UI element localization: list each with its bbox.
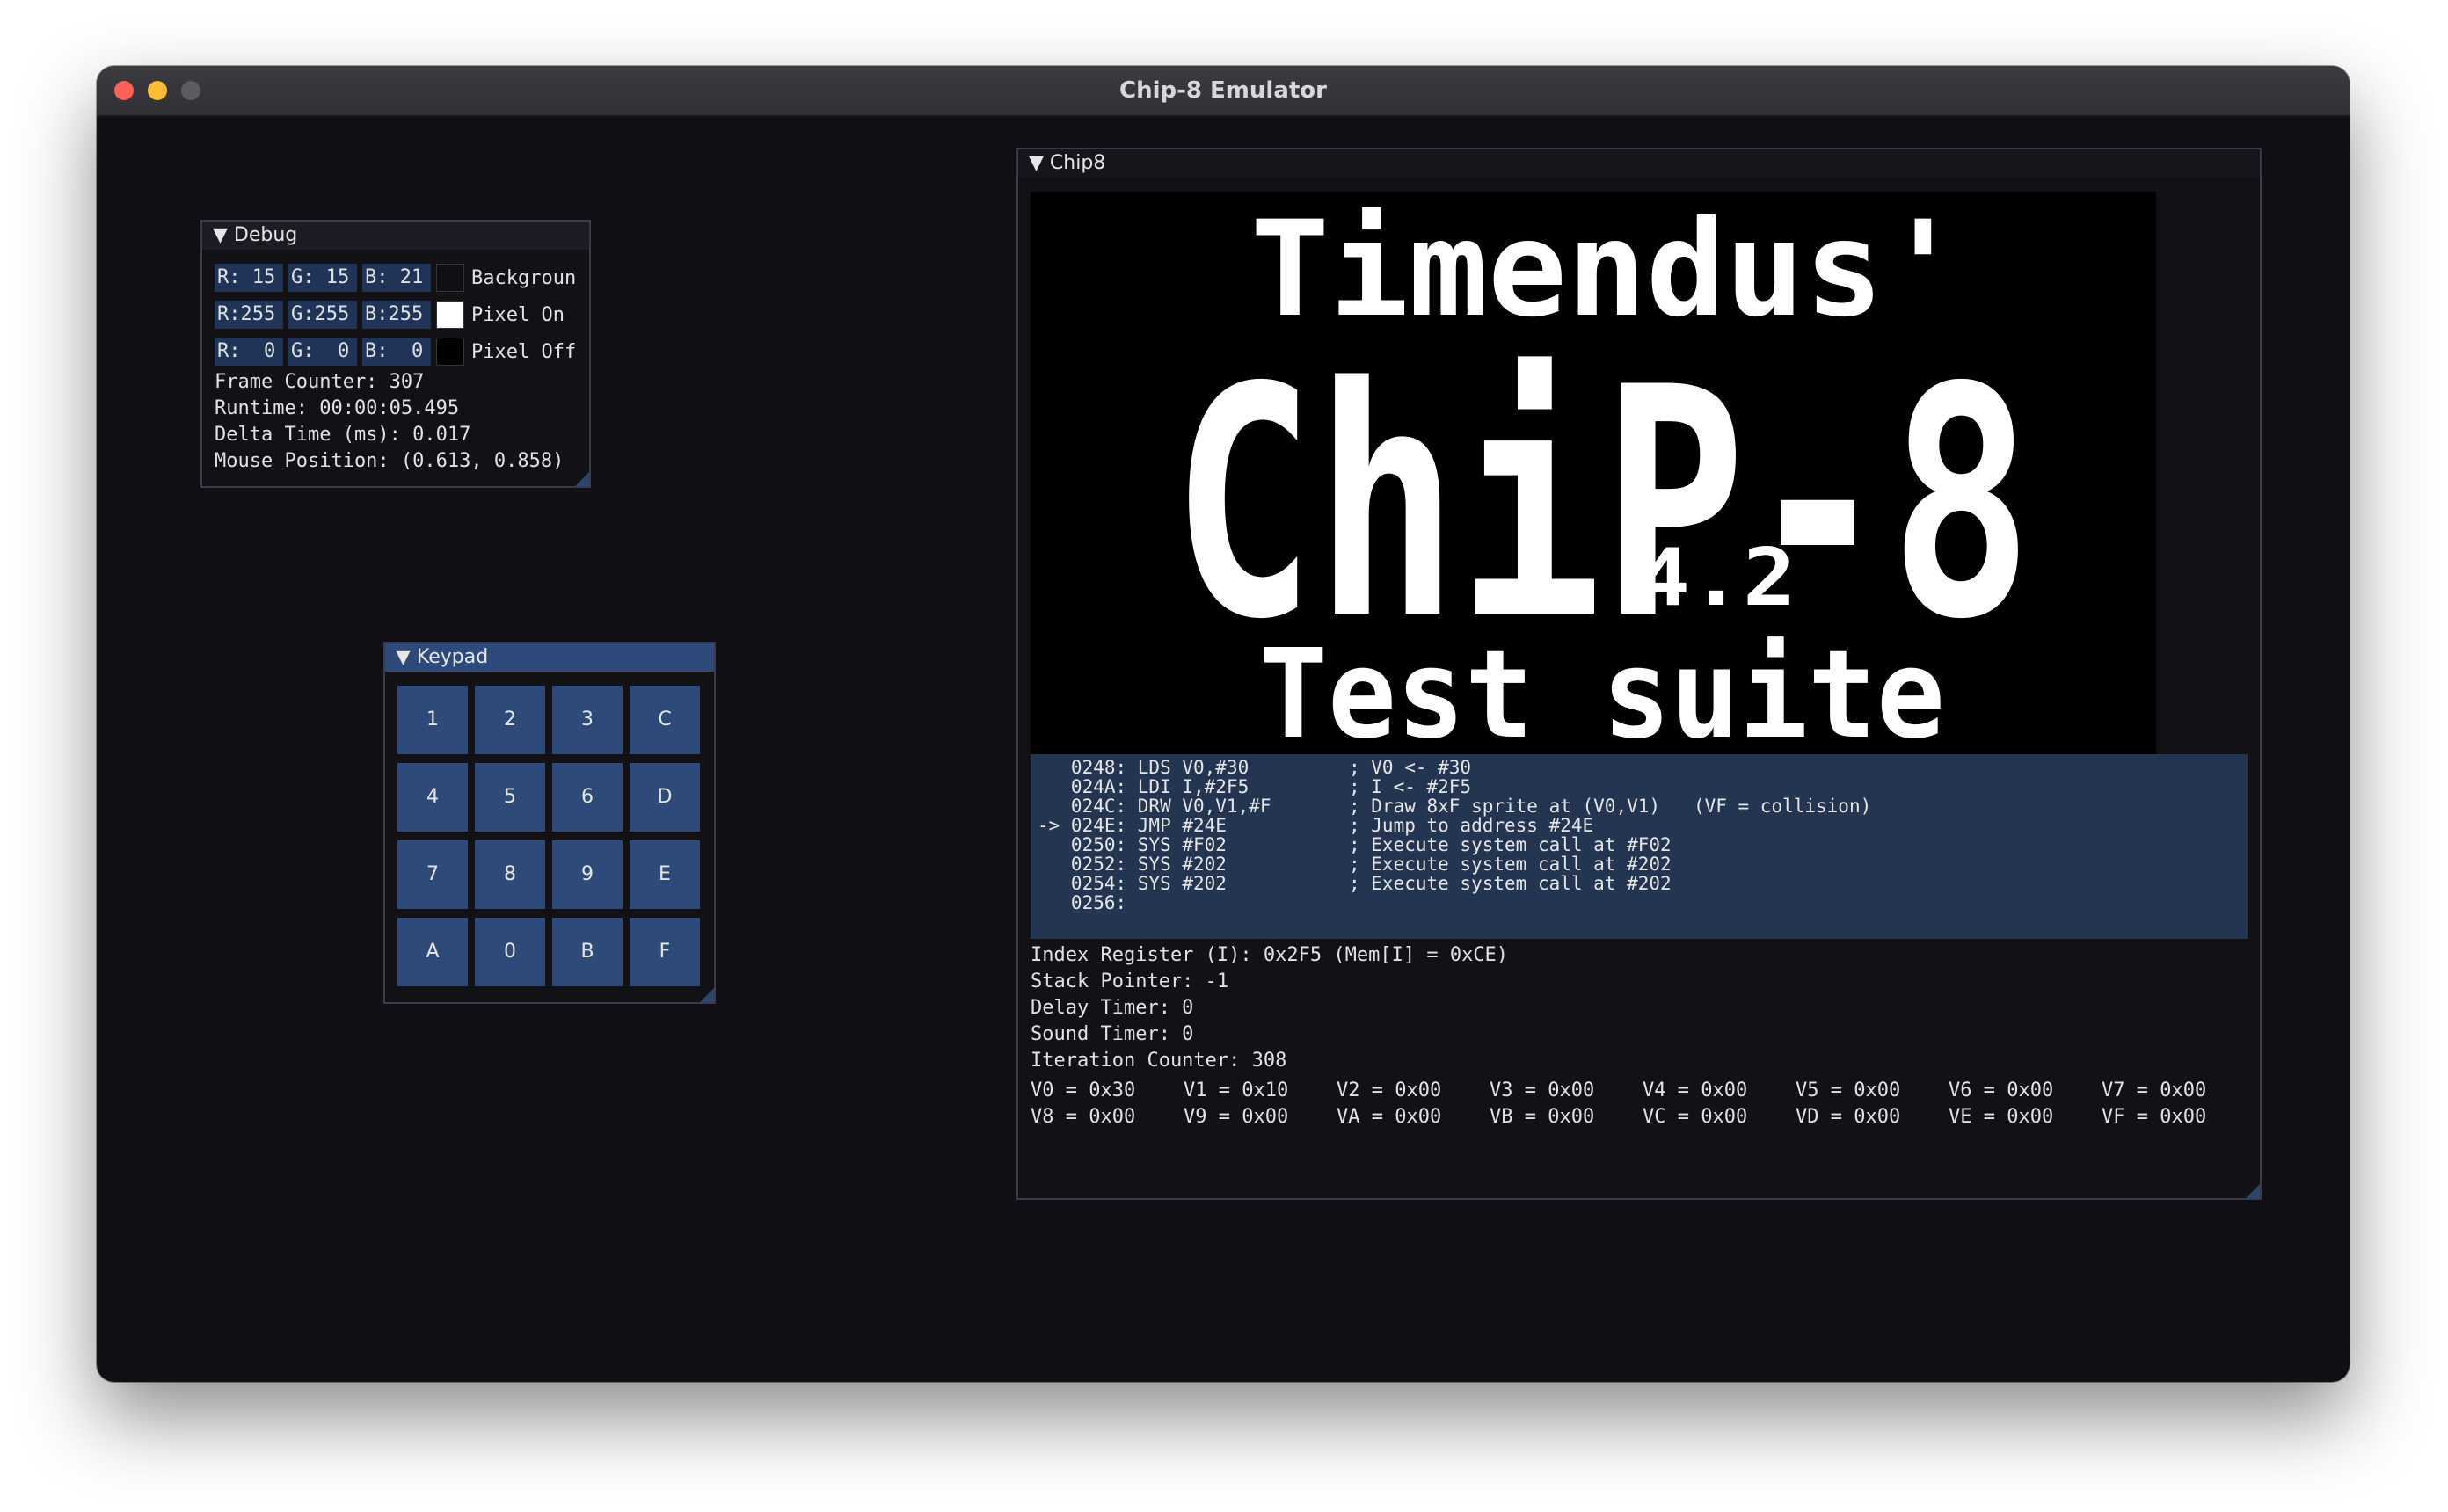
register-v1: V1 = 0x10 [1184,1079,1289,1101]
chip8-panel-header[interactable]: ▼ Chip8 [1018,149,2260,178]
register-v2: V2 = 0x00 [1337,1079,1442,1101]
pixel-on-label: Pixel On [471,304,565,326]
debug-panel: ▼ Debug R: 15 G: 15 B: 21 Backgroun R:25… [200,220,591,488]
background-color-label: Backgroun [471,267,577,289]
register-v8: V8 = 0x00 [1031,1106,1136,1128]
keypad-panel-header[interactable]: ▼ Keypad [385,643,714,672]
window-title: Chip-8 Emulator [1119,77,1327,104]
register-vf: VF = 0x00 [2102,1106,2207,1128]
delta-time: Delta Time (ms): 0.017 [215,424,471,446]
register-vb: VB = 0x00 [1490,1106,1595,1128]
register-v6: V6 = 0x00 [1949,1079,2054,1101]
pixel-on-color-swatch[interactable] [436,301,464,329]
emulator-window: Chip-8 Emulator ▼ Debug R: 15 G: 15 B: 2… [97,66,2350,1382]
keypad-key-0[interactable]: 0 [475,918,545,986]
disassembly-line: 0254: SYS #202 ; Execute system call at … [1038,873,1672,894]
keypad-panel: ▼ Keypad 123C 456D 789E A0BF [383,642,716,1004]
keypad-key-3[interactable]: 3 [552,686,623,754]
screen-version: 4.2 [1637,532,1796,624]
disassembly-line: -> 024E: JMP #24E ; Jump to address #24E [1038,815,1594,836]
keypad-key-a[interactable]: A [397,918,468,986]
background-r-field[interactable]: R: 15 [215,264,283,292]
register-vc: VC = 0x00 [1643,1106,1748,1128]
screen-subtitle-line: Test suite [1259,623,1945,754]
register-v4: V4 = 0x00 [1643,1079,1748,1101]
keypad-key-1[interactable]: 1 [397,686,468,754]
register-va: VA = 0x00 [1337,1106,1442,1128]
register-vd: VD = 0x00 [1796,1106,1901,1128]
register-ve: VE = 0x00 [1949,1106,2054,1128]
delay-timer: Delay Timer: 0 [1031,997,1194,1019]
disassembly-line: 024C: DRW V0,V1,#F ; Draw 8xF sprite at … [1038,796,1872,817]
background-color-swatch[interactable] [436,264,464,292]
register-v9: V9 = 0x00 [1184,1106,1289,1128]
register-v3: V3 = 0x00 [1490,1079,1595,1101]
disassembly-line: 024A: LDI I,#2F5 ; I <- #2F5 [1038,776,1472,797]
keypad-key-b[interactable]: B [552,918,623,986]
chip8-display-canvas: Timendus' ChiP-8 4.2 Test suite [1171,193,2033,767]
keypad-key-e[interactable]: E [630,840,700,909]
keypad-key-7[interactable]: 7 [397,840,468,909]
keypad-key-d[interactable]: D [630,763,700,832]
disassembly-view[interactable]: 0248: LDS V0,#30 ; V0 <- #30 024A: LDI I… [1031,754,2248,939]
keypad-key-c[interactable]: C [630,686,700,754]
pixel-off-color-swatch[interactable] [436,338,464,366]
pixel-on-b-field[interactable]: B:255 [362,301,431,329]
iteration-counter: Iteration Counter: 308 [1031,1050,1287,1072]
disassembly-line: 0252: SYS #202 ; Execute system call at … [1038,854,1672,875]
disassembly-line: 0256: [1038,892,1127,913]
background-b-field[interactable]: B: 21 [362,264,431,292]
debug-resize-grip[interactable] [575,472,589,486]
stack-pointer: Stack Pointer: -1 [1031,970,1229,992]
disassembly-line: 0248: LDS V0,#30 ; V0 <- #30 [1038,757,1472,778]
pixel-on-r-field[interactable]: R:255 [215,301,283,329]
chip8-resize-grip[interactable] [2246,1184,2260,1198]
title-bar[interactable]: Chip-8 Emulator [97,66,2350,117]
pixel-off-r-field[interactable]: R: 0 [215,338,283,366]
keypad-key-5[interactable]: 5 [475,763,545,832]
background-g-field[interactable]: G: 15 [288,264,357,292]
debug-panel-header[interactable]: ▼ Debug [202,222,589,250]
pixel-off-g-field[interactable]: G: 0 [288,338,357,366]
register-v0: V0 = 0x30 [1031,1079,1136,1101]
pixel-on-g-field[interactable]: G:255 [288,301,357,329]
keypad-key-8[interactable]: 8 [475,840,545,909]
mouse-position: Mouse Position: (0.613, 0.858) [215,450,565,472]
register-v5: V5 = 0x00 [1796,1079,1901,1101]
pixel-off-b-field[interactable]: B: 0 [362,338,431,366]
runtime: Runtime: 00:00:05.495 [215,397,460,419]
sound-timer: Sound Timer: 0 [1031,1023,1194,1045]
pixel-off-label: Pixel Off [471,341,577,363]
index-register: Index Register (I): 0x2F5 (Mem[I] = 0xCE… [1031,944,1509,966]
chip8-display: Timendus' ChiP-8 4.2 Test suite [1031,192,2156,767]
keypad-key-9[interactable]: 9 [552,840,623,909]
disassembly-line: 0250: SYS #F02 ; Execute system call at … [1038,834,1672,855]
chip8-panel: ▼ Chip8 Timendus' ChiP-8 4.2 Test suite … [1016,148,2262,1200]
keypad-key-2[interactable]: 2 [475,686,545,754]
frame-counter: Frame Counter: 307 [215,371,425,393]
register-v7: V7 = 0x00 [2102,1079,2207,1101]
keypad-resize-grip[interactable] [700,988,714,1002]
keypad-key-4[interactable]: 4 [397,763,468,832]
keypad-key-f[interactable]: F [630,918,700,986]
keypad-key-6[interactable]: 6 [552,763,623,832]
